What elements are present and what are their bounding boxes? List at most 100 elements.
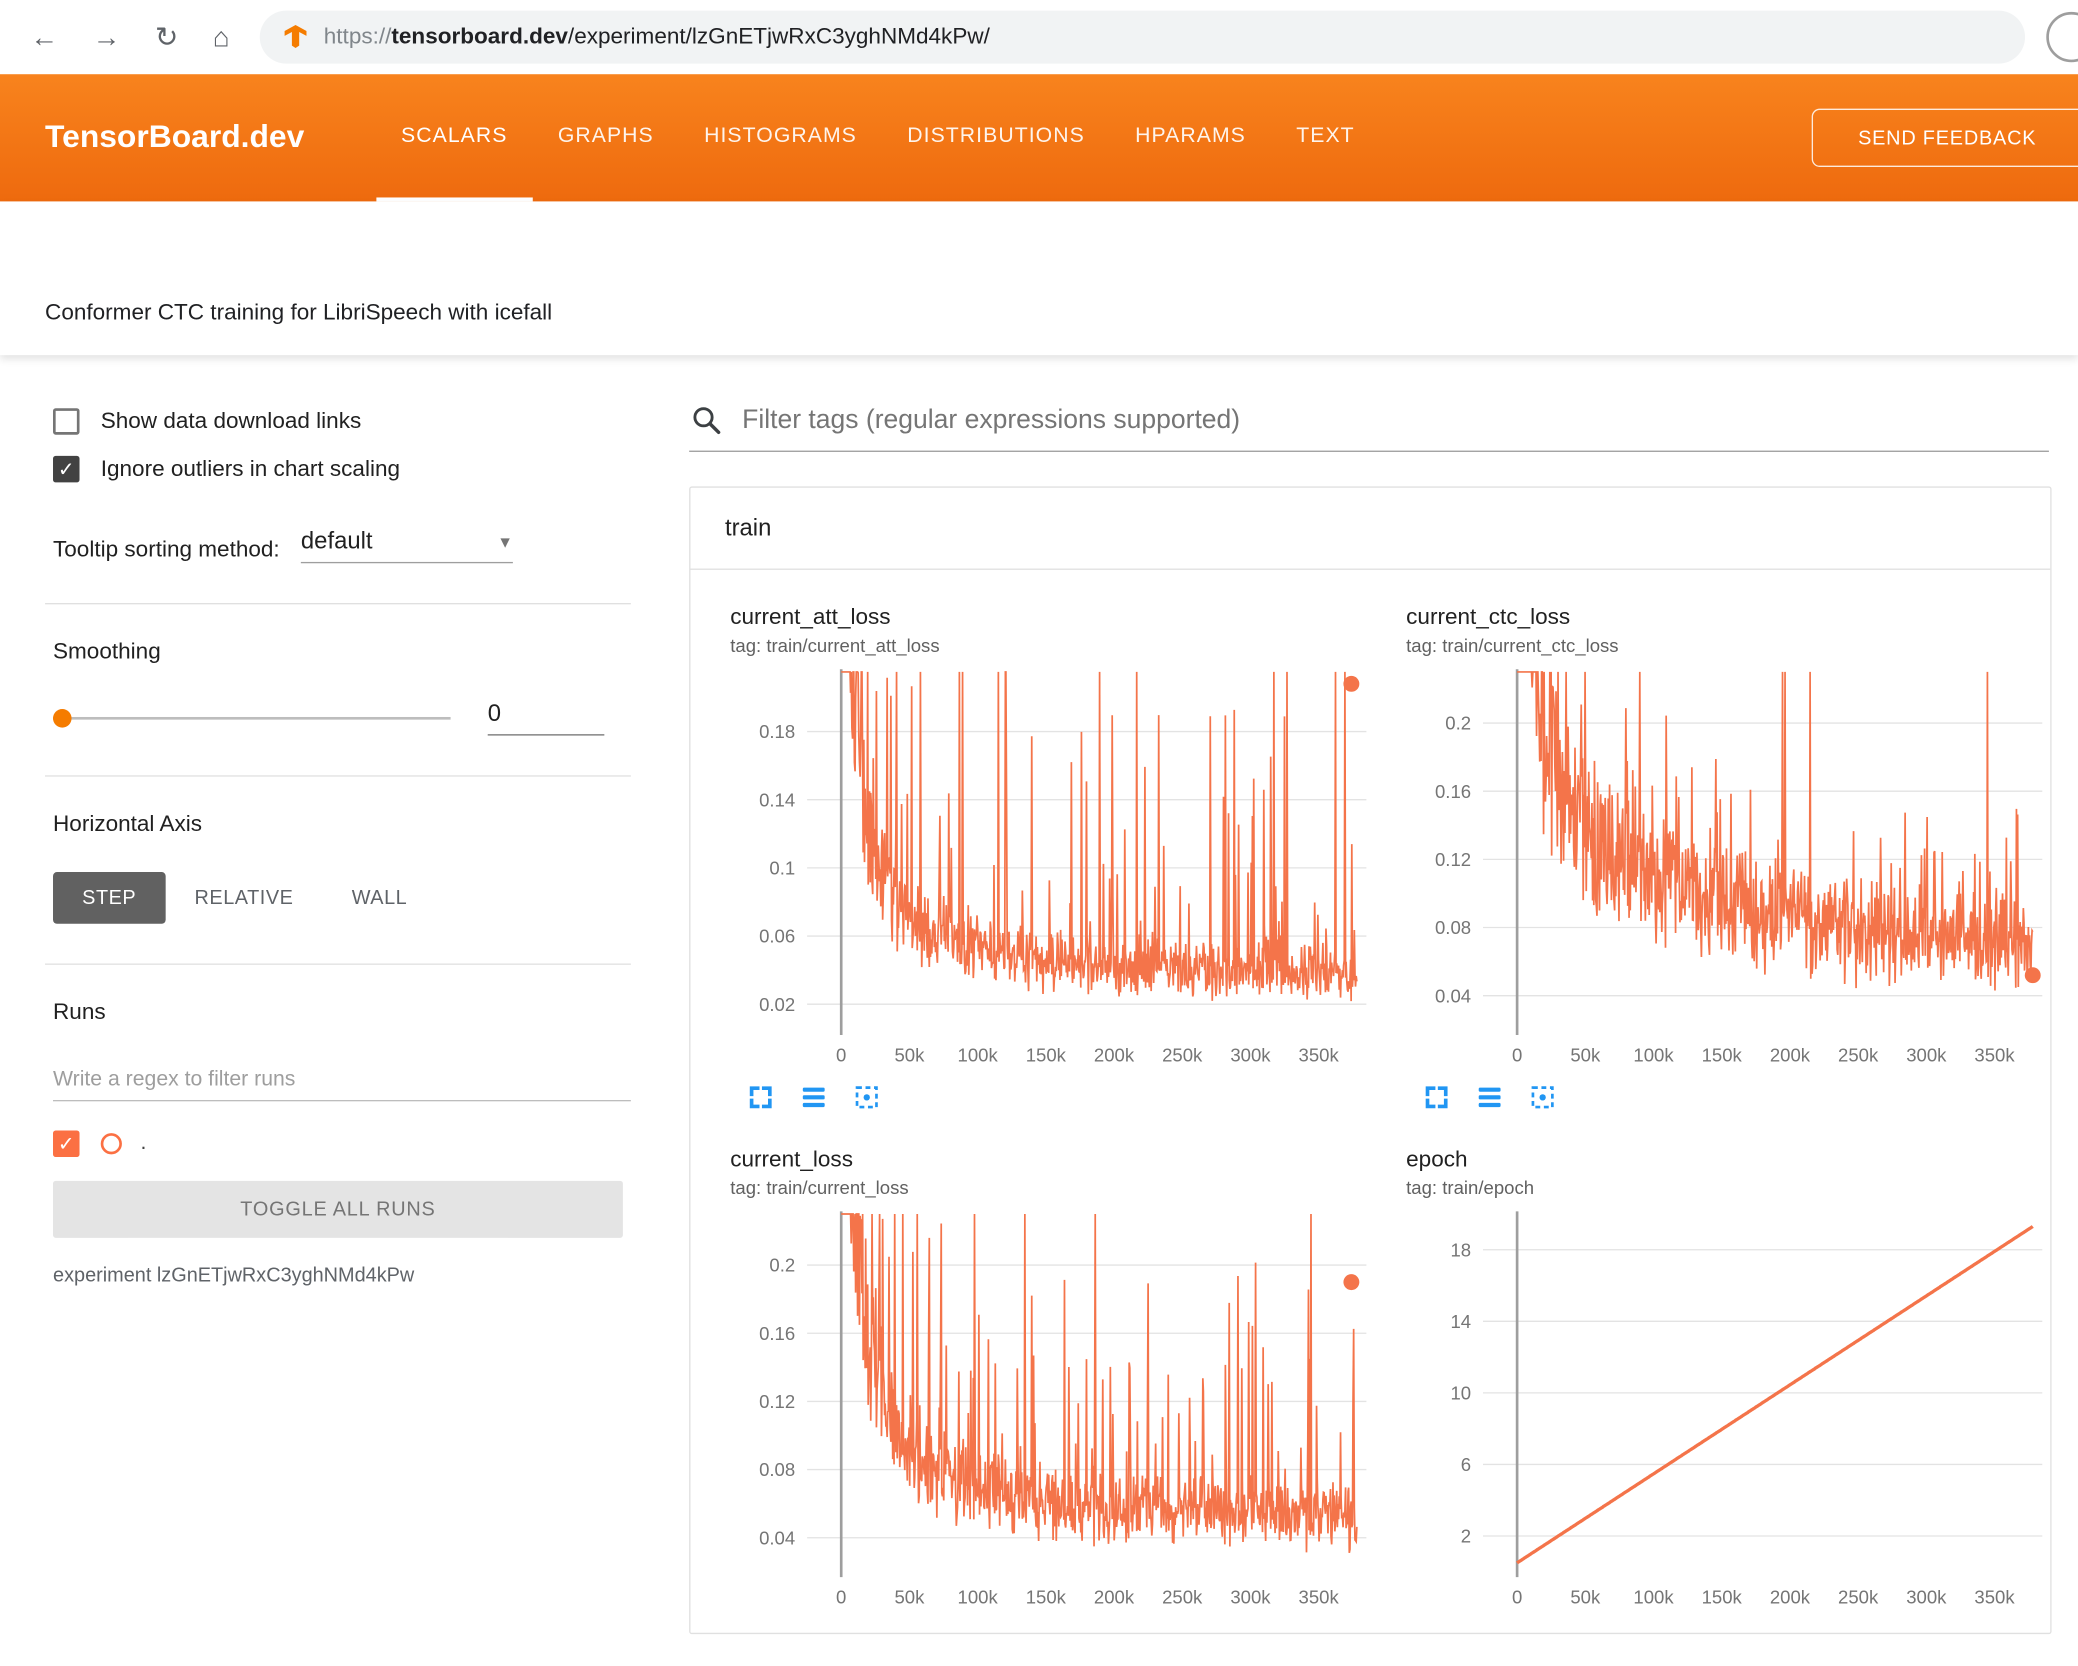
svg-text:350k: 350k bbox=[1974, 1045, 2015, 1066]
ignore-outliers-checkbox[interactable]: ✓ Ignore outliers in chart scaling bbox=[53, 455, 631, 483]
chart-tag: tag: train/epoch bbox=[1406, 1176, 1535, 1199]
chart-plot-current_ctc_loss[interactable]: 0.04 0.08 0.12 0.16 0.2 0 50k 100k 150k 200k 250k 3… bbox=[1406, 664, 2050, 1077]
smoothing-slider[interactable] bbox=[53, 704, 451, 731]
svg-text:100k: 100k bbox=[958, 1045, 999, 1066]
svg-text:0.14: 0.14 bbox=[759, 789, 795, 810]
back-icon[interactable]: ← bbox=[30, 23, 58, 51]
run-name: . bbox=[140, 1131, 147, 1155]
url-host: tensorboard.dev bbox=[391, 23, 568, 50]
expand-chart-icon[interactable] bbox=[1422, 1083, 1451, 1112]
svg-text:50k: 50k bbox=[1570, 1587, 1601, 1608]
svg-text:0.2: 0.2 bbox=[1445, 713, 1471, 734]
tooltip-sorting-value: default bbox=[300, 527, 373, 554]
svg-text:0.04: 0.04 bbox=[1435, 985, 1471, 1006]
divider bbox=[45, 775, 631, 777]
expand-chart-icon[interactable] bbox=[746, 1083, 775, 1112]
home-icon[interactable]: ⌂ bbox=[213, 23, 230, 51]
svg-text:200k: 200k bbox=[1094, 1587, 1135, 1608]
svg-text:0: 0 bbox=[1512, 1587, 1522, 1608]
svg-text:300k: 300k bbox=[1906, 1045, 1947, 1066]
charts-grid: current_att_loss tag: train/current_att_l… bbox=[690, 570, 2050, 1633]
tab-text[interactable]: TEXT bbox=[1271, 74, 1380, 201]
svg-text:0.08: 0.08 bbox=[1435, 917, 1471, 938]
tensorboard-favicon bbox=[285, 24, 307, 49]
svg-text:300k: 300k bbox=[1230, 1045, 1271, 1066]
wall-button[interactable]: WALL bbox=[323, 872, 437, 924]
ignore-outliers-label: Ignore outliers in chart scaling bbox=[100, 455, 401, 482]
filter-tags-input[interactable] bbox=[739, 403, 2049, 437]
tooltip-sorting-label: Tooltip sorting method: bbox=[53, 536, 280, 562]
svg-text:150k: 150k bbox=[1702, 1045, 1743, 1066]
reload-icon[interactable]: ↻ bbox=[155, 23, 178, 51]
chart-plot-current_loss[interactable]: 0.04 0.08 0.12 0.16 0.2 0 50k 100k 150k 200k 250k 3… bbox=[730, 1206, 1374, 1619]
chart-toolbar bbox=[730, 1083, 1374, 1112]
svg-text:100k: 100k bbox=[958, 1587, 999, 1608]
url-path: /experiment/lzGnETjwRxC3yghNMd4kPw/ bbox=[567, 23, 990, 50]
svg-text:0: 0 bbox=[836, 1045, 846, 1066]
chart-title: current_loss bbox=[730, 1146, 853, 1172]
tooltip-sorting-dropdown[interactable]: default ▼ bbox=[300, 527, 513, 564]
svg-text:200k: 200k bbox=[1770, 1587, 1811, 1608]
svg-text:0: 0 bbox=[1512, 1045, 1522, 1066]
divider bbox=[45, 963, 631, 965]
svg-text:50k: 50k bbox=[894, 1045, 925, 1066]
checkbox-checked-icon[interactable]: ✓ bbox=[53, 455, 80, 483]
svg-text:150k: 150k bbox=[1026, 1587, 1067, 1608]
runs-selector-icon[interactable] bbox=[799, 1083, 828, 1112]
avatar[interactable] bbox=[2046, 11, 2078, 63]
tab-scalars[interactable]: SCALARS bbox=[375, 74, 533, 202]
relative-button[interactable]: RELATIVE bbox=[165, 872, 322, 924]
search-icon bbox=[693, 407, 721, 435]
tab-distributions[interactable]: DISTRIBUTIONS bbox=[882, 74, 1110, 201]
section-label[interactable]: train bbox=[690, 488, 2051, 570]
fit-domain-icon[interactable] bbox=[852, 1083, 881, 1112]
tab-graphs[interactable]: GRAPHS bbox=[533, 74, 679, 201]
svg-text:350k: 350k bbox=[1974, 1587, 2015, 1608]
nav-tabs: SCALARS GRAPHS HISTOGRAMS DISTRIBUTIONS HPAR… bbox=[375, 74, 1380, 202]
runs-selector-icon[interactable] bbox=[1475, 1083, 1504, 1112]
svg-text:0: 0 bbox=[836, 1587, 846, 1608]
fit-domain-icon[interactable] bbox=[1528, 1083, 1557, 1112]
svg-text:0.1: 0.1 bbox=[769, 858, 795, 879]
chart-toolbar bbox=[1406, 1083, 2050, 1112]
chart-plot-epoch[interactable]: 2 6 10 14 18 0 50k 100k 150k 200k 250k 300k 350k bbox=[1406, 1206, 2050, 1619]
chart-title: epoch bbox=[1406, 1146, 1468, 1172]
chart-card-epoch: epoch tag: train/epoch 2 6 10 14 18 0 50k 100k 150… bbox=[1385, 1146, 2050, 1619]
checkbox-unchecked-icon[interactable] bbox=[53, 408, 80, 435]
experiment-id-note: experiment lzGnETjwRxC3yghNMd4kPw bbox=[53, 1264, 415, 1287]
chart-tag: tag: train/current_att_loss bbox=[730, 634, 940, 657]
app-header: TensorBoard.dev SCALARS GRAPHS HISTOGRAMS D… bbox=[0, 74, 2078, 202]
last-point-marker bbox=[1343, 1274, 1360, 1291]
train-section-card: train current_att_loss tag: train/current… bbox=[689, 486, 2052, 1635]
run-checkbox[interactable]: ✓ bbox=[53, 1130, 80, 1157]
tab-hparams[interactable]: HPARAMS bbox=[1110, 74, 1271, 201]
smoothing-value-field[interactable]: 0 bbox=[487, 700, 605, 736]
tab-histograms[interactable]: HISTOGRAMS bbox=[679, 74, 882, 201]
show-download-links-checkbox[interactable]: Show data download links bbox=[53, 408, 631, 435]
step-button[interactable]: STEP bbox=[53, 872, 166, 924]
svg-text:10: 10 bbox=[1450, 1383, 1471, 1404]
run-row[interactable]: ✓ . bbox=[53, 1130, 631, 1157]
forward-icon[interactable]: → bbox=[93, 23, 121, 51]
send-feedback-button[interactable]: SEND FEEDBACK bbox=[1811, 108, 2078, 167]
svg-text:0.08: 0.08 bbox=[759, 1459, 795, 1480]
chart-card-current_loss: current_loss tag: train/current_loss 0.04 0… bbox=[709, 1146, 1374, 1619]
slider-thumb[interactable] bbox=[53, 708, 72, 727]
chart-tag: tag: train/current_ctc_loss bbox=[1406, 634, 1619, 657]
runs-label: Runs bbox=[53, 999, 106, 1025]
experiment-title-bar: Conformer CTC training for LibriSpeech w… bbox=[0, 201, 2078, 356]
svg-text:350k: 350k bbox=[1299, 1045, 1340, 1066]
chart-title: current_ctc_loss bbox=[1406, 604, 1571, 630]
app-logo[interactable]: TensorBoard.dev bbox=[45, 119, 304, 156]
chart-plot-current_att_loss[interactable]: 0.02 0.06 0.1 0.14 0.18 0 50k 100k 150k 200k 250k 3… bbox=[730, 664, 1374, 1077]
slider-track[interactable] bbox=[53, 716, 451, 719]
filter-tags-row bbox=[689, 403, 2049, 452]
svg-text:50k: 50k bbox=[894, 1587, 925, 1608]
main-area: train current_att_loss tag: train/current… bbox=[644, 355, 2078, 1635]
runs-filter-input[interactable] bbox=[53, 1060, 631, 1102]
toggle-all-runs-button[interactable]: TOGGLE ALL RUNS bbox=[53, 1180, 623, 1238]
svg-text:0.06: 0.06 bbox=[759, 926, 795, 947]
svg-text:200k: 200k bbox=[1770, 1045, 1811, 1066]
address-bar[interactable]: https://tensorboard.dev/experiment/lzGnE… bbox=[260, 10, 2026, 64]
tooltip-sorting-row: Tooltip sorting method: default ▼ bbox=[53, 527, 631, 564]
